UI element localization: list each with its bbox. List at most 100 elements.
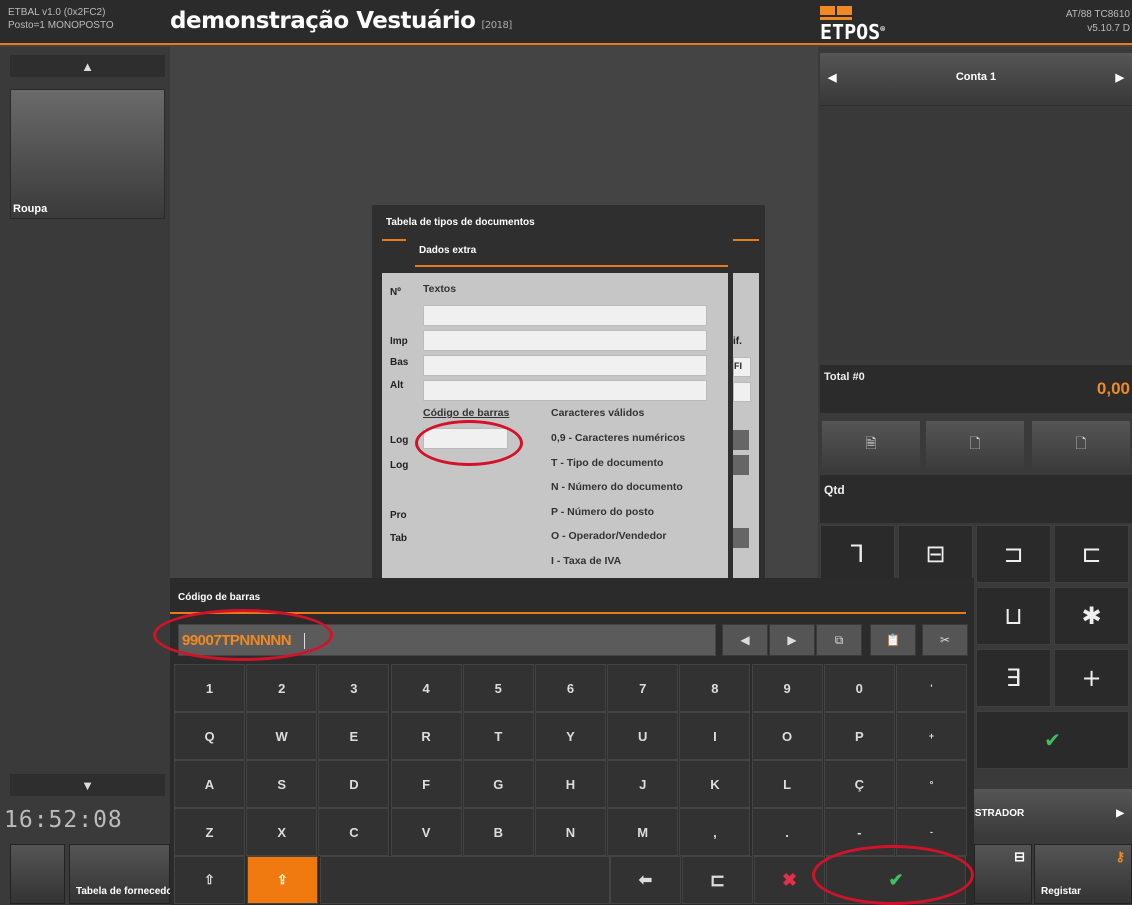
clear-key[interactable]: ⊏ (682, 856, 753, 904)
keyboard-key[interactable]: L (751, 760, 823, 808)
version-line: ETBAL v1.0 (0x2FC2) (8, 7, 106, 18)
keyboard-key[interactable]: N (535, 808, 606, 856)
barcode-input[interactable]: 99007TPNNNNN (178, 624, 716, 656)
text-field-1[interactable] (423, 305, 707, 326)
keyboard-key[interactable]: U (607, 712, 679, 760)
keyboard-key[interactable]: R (390, 712, 462, 760)
text-field-3[interactable] (423, 355, 707, 376)
cursor-left-button[interactable]: ◀ (722, 624, 768, 656)
keyboard-key[interactable]: 1 (174, 664, 245, 712)
keyboard-key[interactable]: - (823, 808, 895, 856)
function-button[interactable] (10, 844, 65, 904)
backspace-key[interactable]: ⬅ (610, 856, 681, 904)
shift-icon: ⇧ (204, 872, 215, 887)
order-list[interactable] (820, 105, 1132, 360)
field-button[interactable] (733, 528, 749, 548)
numpad-key-3[interactable]: ∃ (976, 649, 1051, 707)
field-button[interactable] (733, 430, 749, 450)
keyboard-key[interactable]: 3 (318, 664, 390, 712)
valid-chars-label: Caracteres válidos (551, 407, 645, 419)
scroll-down-button[interactable]: ▼ (10, 774, 165, 796)
keyboard-key[interactable]: S (246, 760, 318, 808)
keyboard-key[interactable]: I (679, 712, 751, 760)
keyboard-key[interactable]: Z (174, 808, 245, 856)
keyboard-key[interactable]: 2 (246, 664, 318, 712)
keyboard-key[interactable]: 0 (823, 664, 895, 712)
keyboard-key[interactable]: J (607, 760, 679, 808)
keyboard-key[interactable]: V (390, 808, 462, 856)
cut-button[interactable]: ✂ (922, 624, 968, 656)
copy-button[interactable]: ⧉ (816, 624, 862, 656)
operator-selector[interactable]: ISTRADOR ▶ (968, 789, 1132, 837)
keyboard-key[interactable]: 6 (535, 664, 606, 712)
supplier-table-button[interactable]: Tabela de fornecedo (69, 844, 173, 904)
field-label: Tab (390, 533, 408, 544)
device-version: v5.10.7 D (1087, 23, 1130, 34)
drawer-button[interactable]: ⊟ (974, 844, 1032, 904)
text-field-4[interactable] (423, 380, 707, 401)
keyboard-key[interactable]: Q (174, 712, 245, 760)
next-account-icon[interactable]: ▶ (1116, 71, 1124, 84)
keyboard-key[interactable]: X (246, 808, 318, 856)
edit-document-button[interactable]: 🗋 (926, 421, 1024, 469)
keyboard-key[interactable]: P (823, 712, 895, 760)
field-input[interactable] (733, 382, 751, 402)
keyboard-key[interactable]: O (751, 712, 823, 760)
new-document-button[interactable]: 🗎 (822, 421, 920, 469)
keyboard-key[interactable]: , (679, 808, 751, 856)
keyboard-key[interactable]: T (462, 712, 534, 760)
numpad-key-7[interactable]: ⅂ (820, 525, 895, 583)
keyboard-key[interactable]: G (462, 760, 534, 808)
delete-document-button[interactable]: 🗋 (1032, 421, 1130, 469)
keyboard-key[interactable]: Ç (823, 760, 895, 808)
prev-account-icon[interactable]: ◀ (828, 71, 836, 84)
field-button[interactable] (733, 455, 749, 475)
keyboard-key[interactable]: B (462, 808, 534, 856)
numpad-key-plus[interactable]: + (1054, 649, 1129, 707)
numpad-key-9[interactable]: ⊐ (976, 525, 1051, 583)
keyboard-key[interactable]: 5 (462, 664, 534, 712)
scroll-up-button[interactable]: ▲ (10, 55, 165, 77)
keyboard-key[interactable]: - (896, 808, 967, 856)
keyboard-key[interactable]: Y (535, 712, 606, 760)
account-selector[interactable]: ◀ Conta 1 ▶ (820, 53, 1132, 101)
numpad-key-c[interactable]: ⊏ (1054, 525, 1129, 583)
keyboard-key[interactable]: W (246, 712, 318, 760)
numpad-key-8[interactable]: ⊟ (898, 525, 973, 583)
keyboard-key[interactable]: + (896, 712, 967, 760)
keyboard-key[interactable]: M (607, 808, 679, 856)
space-key[interactable] (320, 856, 610, 904)
keyboard-key[interactable]: 4 (390, 664, 462, 712)
cancel-key[interactable]: ✖ (754, 856, 825, 904)
keyboard-key[interactable]: K (679, 760, 751, 808)
total-label: Total #0 (824, 371, 865, 383)
numpad-key-6[interactable]: ⊔ (976, 587, 1051, 645)
keyboard-key[interactable]: . (751, 808, 823, 856)
keyboard-key[interactable]: C (318, 808, 390, 856)
cursor-right-button[interactable]: ▶ (769, 624, 815, 656)
paste-button[interactable]: 📋 (870, 624, 916, 656)
keyboard-key[interactable]: D (318, 760, 390, 808)
caps-lock-key[interactable]: ⇪ (247, 856, 318, 904)
category-button-roupa[interactable]: Roupa (10, 89, 165, 219)
barcode-field[interactable] (423, 428, 508, 449)
keyboard-key[interactable]: H (535, 760, 606, 808)
register-button[interactable]: ⚷ Registar (1034, 844, 1132, 904)
keyboard-title: Código de barras (178, 592, 261, 603)
keyboard-key[interactable]: F (390, 760, 462, 808)
numpad-confirm-button[interactable]: ✔ (976, 711, 1129, 769)
keyboard-key[interactable]: 8 (679, 664, 751, 712)
valid-char-item: 0,9 - Caracteres numéricos (551, 432, 686, 444)
text-field-2[interactable] (423, 330, 707, 351)
keyboard-key[interactable]: º (896, 760, 967, 808)
confirm-key[interactable]: ✔ (826, 856, 966, 904)
keyboard-key[interactable]: 9 (751, 664, 823, 712)
shift-key[interactable]: ⇧ (174, 856, 245, 904)
numpad-key-asterisk[interactable]: ✱ (1054, 587, 1129, 645)
keyboard-key[interactable]: A (174, 760, 245, 808)
keyboard-key[interactable]: E (318, 712, 390, 760)
field-input[interactable]: FI (733, 357, 751, 377)
category-label: Roupa (13, 203, 48, 215)
keyboard-key[interactable]: 7 (607, 664, 679, 712)
keyboard-key[interactable]: ' (896, 664, 967, 712)
